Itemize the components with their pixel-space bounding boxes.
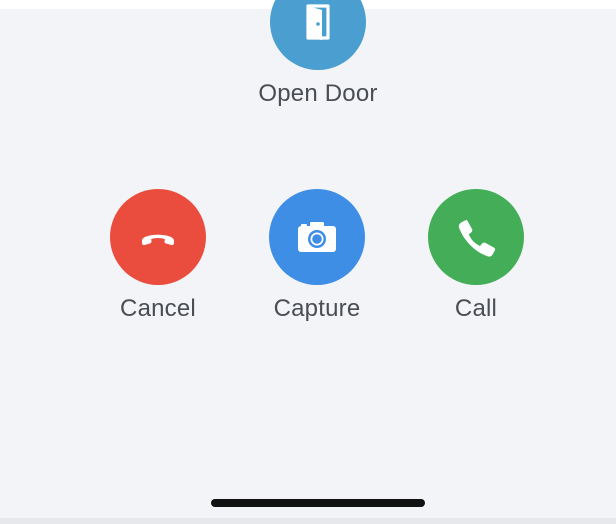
home-indicator[interactable] bbox=[211, 499, 425, 507]
bottom-edge bbox=[0, 518, 616, 524]
cancel-button[interactable] bbox=[110, 189, 206, 285]
open-door-label: Open Door bbox=[258, 80, 378, 107]
call-label: Call bbox=[454, 295, 498, 322]
intercom-screen: Open Door Cancel Capture Call bbox=[0, 0, 616, 524]
capture-label: Capture bbox=[273, 295, 361, 322]
open-door-action[interactable]: Open Door bbox=[248, 0, 388, 108]
capture-button[interactable] bbox=[269, 189, 365, 285]
cancel-label: Cancel bbox=[120, 295, 196, 322]
cancel-action[interactable]: Cancel bbox=[88, 189, 228, 323]
open-door-button[interactable] bbox=[270, 0, 366, 70]
camera-icon bbox=[298, 222, 336, 252]
call-button[interactable] bbox=[428, 189, 524, 285]
door-icon bbox=[306, 4, 330, 40]
call-action[interactable]: Call bbox=[406, 189, 546, 323]
hang-up-phone-icon bbox=[142, 234, 174, 246]
capture-action[interactable]: Capture bbox=[247, 189, 387, 323]
phone-icon bbox=[458, 220, 496, 257]
